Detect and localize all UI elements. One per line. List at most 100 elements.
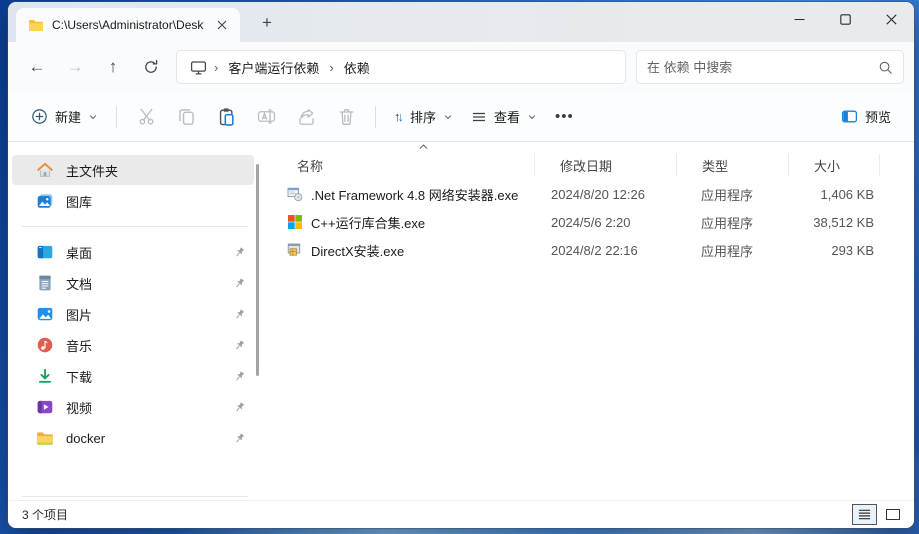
file-name: DirectX安装.exe <box>311 243 405 259</box>
pin-icon[interactable] <box>230 274 248 292</box>
more-options-button[interactable]: ••• <box>546 101 583 132</box>
column-header-name[interactable]: 名称 <box>272 154 534 176</box>
sort-button-label: 排序 <box>410 110 437 125</box>
pin-icon[interactable] <box>230 367 248 385</box>
column-header-type[interactable]: 类型 <box>676 154 788 176</box>
breadcrumb-segment[interactable]: 依赖 <box>335 55 379 80</box>
tab-close-icon[interactable] <box>212 15 232 35</box>
delete-button[interactable] <box>326 99 366 135</box>
file-name-cell: C++运行库合集.exe <box>272 213 534 232</box>
tab-title: C:\Users\Administrator\Deskto <box>52 18 204 32</box>
pictures-icon <box>36 305 54 323</box>
file-row[interactable]: .Net Framework 4.8 网络安装器.exe 2024/8/20 1… <box>272 180 914 208</box>
file-row[interactable]: C++运行库合集.exe 2024/5/6 2:20 应用程序 38,512 K… <box>272 208 914 236</box>
preview-pane-icon <box>841 108 858 125</box>
forward-button[interactable]: → <box>56 49 94 85</box>
sidebar: 主文件夹 图库 桌面 文档 图片 音乐 下载 视频 docker <box>8 142 262 500</box>
pin-icon[interactable] <box>230 398 248 416</box>
sidebar-item-label: docker <box>66 430 106 446</box>
thumbnail-view-toggle[interactable] <box>886 509 900 520</box>
sidebar-item-home[interactable]: 主文件夹 <box>12 155 254 185</box>
refresh-button[interactable] <box>132 49 170 85</box>
documents-icon <box>36 274 54 292</box>
new-tab-button[interactable]: + <box>252 8 282 38</box>
folder-icon <box>36 429 54 447</box>
tab-bar: C:\Users\Administrator\Deskto + <box>8 2 914 42</box>
file-type: 应用程序 <box>701 187 754 203</box>
sort-button[interactable]: ↑↓ 排序 <box>385 100 462 133</box>
details-view-toggle[interactable] <box>852 504 877 525</box>
preview-button[interactable]: 预览 <box>832 100 900 133</box>
search-input[interactable] <box>647 59 878 75</box>
music-icon <box>36 336 54 354</box>
list-header: 名称 修改日期 类型 大小 <box>272 144 914 180</box>
list-lines-icon <box>471 109 487 125</box>
column-header-modified[interactable]: 修改日期 <box>534 154 676 176</box>
dotnet-installer-icon <box>287 186 303 202</box>
view-button[interactable]: 查看 <box>462 100 546 133</box>
address-bar[interactable]: › 客户端运行依赖 › 依赖 <box>176 50 626 84</box>
minimize-button[interactable] <box>776 2 822 36</box>
toolbar-divider <box>375 105 377 128</box>
column-header-size[interactable]: 大小 <box>788 154 880 176</box>
sidebar-item-music[interactable]: 音乐 <box>12 330 254 360</box>
pin-icon[interactable] <box>230 429 248 447</box>
sidebar-scrollbar[interactable] <box>256 164 259 376</box>
file-modified: 2024/5/6 2:20 <box>551 214 631 230</box>
pin-icon[interactable] <box>230 243 248 261</box>
breadcrumb-segment[interactable]: 客户端运行依赖 <box>219 55 328 80</box>
navigation-bar: ← → ↑ › 客户端运行依赖 › 依赖 <box>8 42 914 92</box>
view-button-label: 查看 <box>494 110 521 125</box>
file-list: 名称 修改日期 类型 大小 .Net Framework 4.8 网络安装器.e… <box>262 142 914 500</box>
pin-icon[interactable] <box>230 305 248 323</box>
file-size: 293 KB <box>831 242 874 258</box>
close-button[interactable] <box>868 2 914 36</box>
back-button[interactable]: ← <box>18 49 56 85</box>
preview-button-label: 预览 <box>864 110 891 125</box>
sidebar-item-pictures[interactable]: 图片 <box>12 299 254 329</box>
pin-icon[interactable] <box>230 336 248 354</box>
folder-icon <box>28 17 44 33</box>
thumbnail-view-icon <box>886 509 900 520</box>
videos-icon <box>36 398 54 416</box>
toolbar-divider <box>116 105 118 128</box>
file-name-cell: .Net Framework 4.8 网络安装器.exe <box>272 185 534 204</box>
sidebar-item-label: 音乐 <box>66 338 93 354</box>
chevron-down-icon <box>443 112 453 122</box>
maximize-button[interactable] <box>822 2 868 36</box>
search-box[interactable] <box>636 50 904 84</box>
sidebar-item-label: 下载 <box>66 369 93 385</box>
sidebar-item-videos[interactable]: 视频 <box>12 392 254 422</box>
sidebar-item-docker[interactable]: docker <box>12 423 254 453</box>
sidebar-item-documents[interactable]: 文档 <box>12 268 254 298</box>
new-button[interactable]: 新建 <box>22 100 107 133</box>
cut-button[interactable] <box>126 99 166 135</box>
share-button[interactable] <box>286 99 326 135</box>
paste-button[interactable] <box>206 99 246 135</box>
explorer-tab[interactable]: C:\Users\Administrator\Deskto <box>16 8 240 42</box>
file-row[interactable]: DirectX安装.exe 2024/8/2 22:16 应用程序 293 KB <box>272 236 914 264</box>
gallery-icon <box>36 192 54 210</box>
breadcrumb-separator: › <box>329 59 334 75</box>
file-name: .Net Framework 4.8 网络安装器.exe <box>311 187 519 203</box>
chevron-down-icon <box>527 112 537 122</box>
sidebar-item-label: 文档 <box>66 276 93 292</box>
home-icon <box>36 161 54 179</box>
file-size: 38,512 KB <box>813 214 874 230</box>
sort-ascending-icon <box>418 143 429 151</box>
up-button[interactable]: ↑ <box>94 49 132 85</box>
sidebar-item-downloads[interactable]: 下载 <box>12 361 254 391</box>
sidebar-item-label: 主文件夹 <box>66 163 119 179</box>
plus-circle-icon <box>31 108 48 125</box>
more-dots-icon: ••• <box>555 108 574 125</box>
this-pc-icon[interactable] <box>183 53 213 81</box>
file-name: C++运行库合集.exe <box>311 215 426 231</box>
copy-button[interactable] <box>166 99 206 135</box>
sidebar-item-gallery[interactable]: 图库 <box>12 186 254 216</box>
chevron-down-icon <box>88 112 98 122</box>
file-modified: 2024/8/2 22:16 <box>551 242 638 258</box>
sidebar-separator <box>22 226 248 227</box>
rename-button[interactable] <box>246 99 286 135</box>
sidebar-item-desktop[interactable]: 桌面 <box>12 237 254 267</box>
new-button-label: 新建 <box>55 110 82 125</box>
